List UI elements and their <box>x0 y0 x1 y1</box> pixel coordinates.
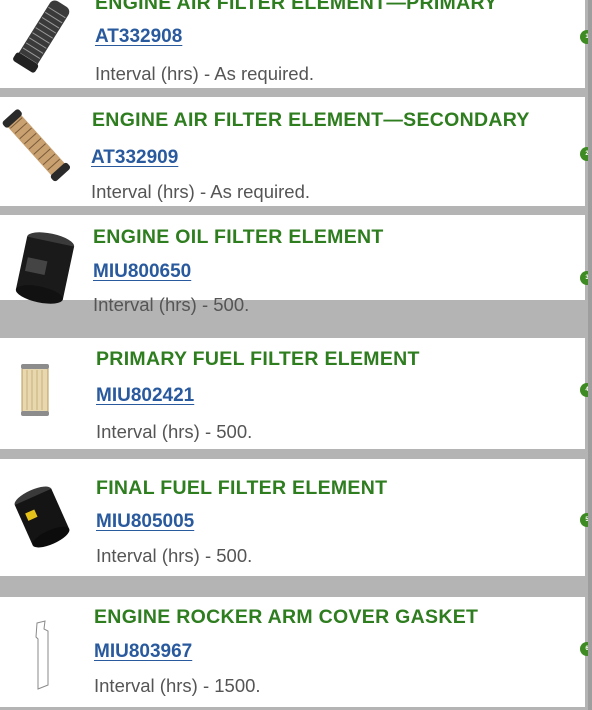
part-card-6: ENGINE ROCKER ARM COVER GASKET MIU803967… <box>0 597 592 707</box>
part-title: ENGINE AIR FILTER ELEMENT—SECONDARY <box>92 109 530 131</box>
part-number-link[interactable]: MIU802421 <box>96 385 194 407</box>
part-title: PRIMARY FUEL FILTER ELEMENT <box>96 348 420 370</box>
air-filter-secondary-icon <box>2 107 72 185</box>
part-number-link[interactable]: AT332909 <box>91 147 178 169</box>
part-card-1: ENGINE AIR FILTER ELEMENT—PRIMARY AT3329… <box>0 0 592 88</box>
final-fuel-filter-icon <box>8 485 76 549</box>
part-number-link[interactable]: MIU805005 <box>96 511 194 533</box>
part-number-link[interactable]: MIU800650 <box>93 261 191 283</box>
part-card-5: FINAL FUEL FILTER ELEMENT MIU805005 Inte… <box>0 459 592 576</box>
part-title: ENGINE OIL FILTER ELEMENT <box>93 226 384 248</box>
part-title: ENGINE AIR FILTER ELEMENT—PRIMARY <box>95 0 498 14</box>
part-card-2: ENGINE AIR FILTER ELEMENT—SECONDARY AT33… <box>0 97 592 206</box>
service-interval: Interval (hrs) - As required. <box>95 63 314 84</box>
service-interval: Interval (hrs) - 500. <box>96 545 253 566</box>
part-number-link[interactable]: AT332908 <box>95 26 182 48</box>
part-title: ENGINE ROCKER ARM COVER GASKET <box>94 606 479 628</box>
service-interval: Interval (hrs) - 500. <box>93 294 250 315</box>
scrollbar-edge <box>588 0 592 710</box>
part-card-3: ENGINE OIL FILTER ELEMENT MIU800650 Inte… <box>0 215 592 315</box>
service-interval: Interval (hrs) - 500. <box>96 421 253 442</box>
part-number-link[interactable]: MIU803967 <box>94 641 192 663</box>
air-filter-primary-icon <box>6 0 76 76</box>
part-title: FINAL FUEL FILTER ELEMENT <box>96 477 388 499</box>
service-interval: Interval (hrs) - 1500. <box>94 675 261 696</box>
service-interval: Interval (hrs) - As required. <box>91 181 310 202</box>
gasket-icon <box>32 619 54 693</box>
part-card-4: PRIMARY FUEL FILTER ELEMENT MIU802421 In… <box>0 338 592 449</box>
primary-fuel-filter-icon <box>20 362 50 418</box>
oil-filter-icon <box>12 231 78 305</box>
